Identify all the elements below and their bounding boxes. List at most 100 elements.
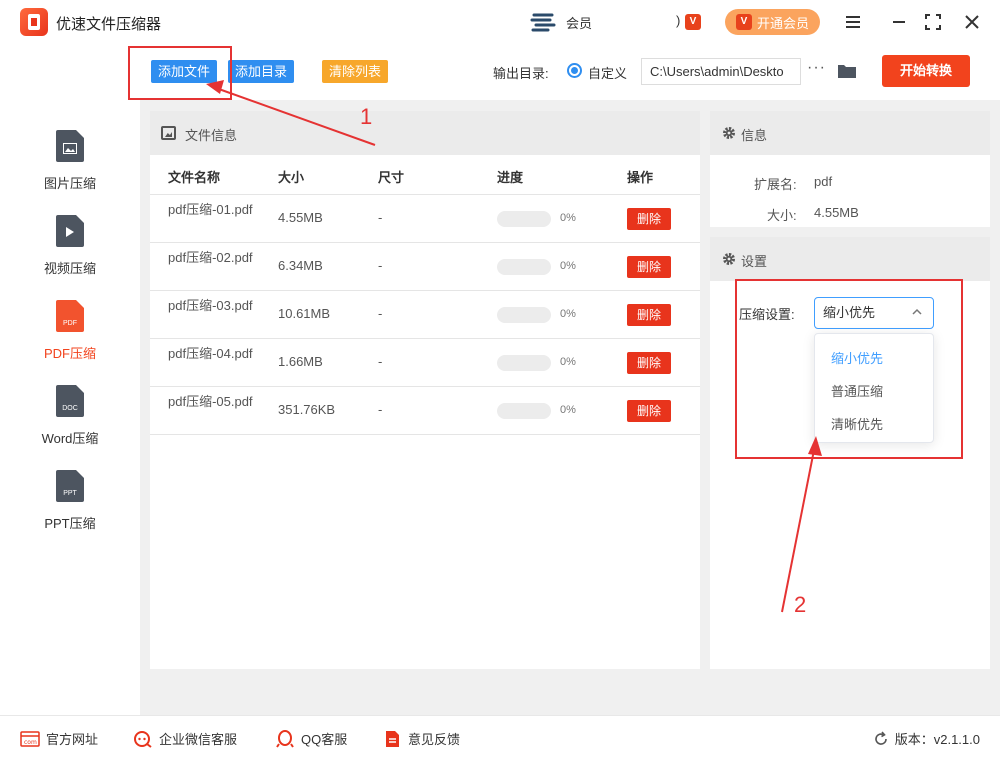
sidebar-item-label: 视频压缩	[43, 261, 96, 276]
delete-button[interactable]: 删除	[627, 352, 671, 374]
clear-list-button[interactable]: 清除列表	[322, 60, 389, 83]
qq-service-link[interactable]: QQ客服	[275, 729, 347, 748]
sidebar-item-word[interactable]: DOC Word压缩	[0, 365, 140, 446]
size-label: 大小:	[767, 208, 797, 223]
file-table: 文件名称 大小 尺寸 进度 操作 pdf压缩-01.pdf 4.55MB - 0…	[150, 155, 700, 435]
svg-text:com: com	[24, 739, 37, 746]
maximize-icon[interactable]	[921, 10, 945, 34]
website-icon: com	[20, 730, 40, 747]
toolbar: 添加文件 添加目录 清除列表 输出目录: 自定义 C:\Users\admin\…	[140, 44, 1000, 100]
user-extra: )	[676, 13, 681, 28]
vip-icon: V	[735, 14, 752, 30]
qq-service-label: QQ客服	[301, 732, 348, 747]
delete-button[interactable]: 删除	[627, 256, 671, 278]
file-dimension: -	[378, 258, 383, 273]
user-name[interactable]: 会员	[566, 13, 592, 32]
refresh-icon[interactable]	[873, 730, 889, 747]
file-name: pdf压缩-05.pdf	[168, 394, 253, 409]
app-logo-icon	[20, 8, 48, 36]
table-row[interactable]: pdf压缩-03.pdf 10.61MB - 0% 删除	[150, 291, 700, 339]
feedback-label: 意见反馈	[408, 732, 461, 747]
file-name: pdf压缩-02.pdf	[168, 250, 253, 265]
file-size: 351.76KB	[278, 402, 336, 417]
delete-button[interactable]: 删除	[627, 400, 671, 422]
vip-badge: V	[685, 14, 701, 30]
custom-radio-label[interactable]: 自定义	[588, 63, 627, 82]
folder-icon[interactable]	[837, 63, 857, 79]
feedback-link[interactable]: 意见反馈	[382, 729, 460, 748]
footer: com 官方网址 企业微信客服 QQ客服 意见反馈 版本：v2.1.1.0	[0, 715, 1000, 760]
wechat-service-label: 企业微信客服	[159, 732, 238, 747]
website-label: 官方网址	[46, 732, 99, 747]
file-name: pdf压缩-04.pdf	[168, 346, 253, 361]
sidebar-item-image[interactable]: 图片压缩	[0, 110, 140, 191]
gear-icon	[723, 127, 735, 139]
sidebar-item-ppt[interactable]: PPT PPT压缩	[0, 450, 140, 531]
progress-bar	[497, 403, 551, 419]
sidebar-item-label: 图片压缩	[43, 176, 96, 191]
add-directory-button[interactable]: 添加目录	[228, 60, 295, 83]
image-file-icon	[56, 130, 84, 162]
info-panel: 信息 扩展名: pdf 大小: 4.55MB	[710, 111, 990, 227]
ext-label: 扩展名:	[754, 177, 797, 192]
pdf-file-icon: PDF	[56, 300, 84, 332]
sidebar-item-label: PPT压缩	[44, 516, 96, 531]
qq-icon	[276, 729, 294, 748]
delete-button[interactable]: 删除	[627, 208, 671, 230]
annotation-number-2: 2	[794, 592, 807, 617]
feedback-icon	[386, 730, 399, 747]
col-progress: 进度	[497, 170, 524, 185]
custom-radio[interactable]	[567, 63, 582, 78]
progress-bar	[497, 307, 551, 323]
sidebar: 图片压缩 视频压缩 PDF PDF压缩 DOC Word压缩 PPT PPT压缩	[0, 100, 140, 715]
file-name: pdf压缩-03.pdf	[168, 298, 253, 313]
open-vip-label: 开通会员	[756, 15, 809, 31]
table-row[interactable]: pdf压缩-04.pdf 1.66MB - 0% 删除	[150, 339, 700, 387]
file-dimension: -	[378, 210, 383, 225]
video-file-icon	[56, 215, 84, 247]
sidebar-item-pdf[interactable]: PDF PDF压缩	[0, 280, 140, 361]
progress-percent: 0%	[560, 308, 576, 320]
file-name: pdf压缩-01.pdf	[168, 202, 253, 217]
col-size: 大小	[278, 170, 305, 185]
settings-panel-header: 设置	[710, 237, 990, 281]
file-size: 10.61MB	[278, 306, 331, 321]
table-row[interactable]: pdf压缩-01.pdf 4.55MB - 0% 删除	[150, 195, 700, 243]
output-path-input[interactable]: C:\Users\admin\Deskto	[641, 58, 801, 85]
title-bar: 优速文件压缩器 会员 ) V V 开通会员	[0, 0, 1000, 44]
version-info: 版本：v2.1.1.0	[873, 729, 980, 748]
progress-percent: 0%	[560, 404, 576, 416]
more-icon[interactable]: ···	[807, 59, 826, 77]
table-row[interactable]: pdf压缩-05.pdf 351.76KB - 0% 删除	[150, 387, 700, 435]
ppt-file-icon: PPT	[56, 470, 84, 502]
progress-bar	[497, 211, 551, 227]
minimize-icon[interactable]	[887, 10, 911, 34]
close-icon[interactable]	[960, 10, 984, 34]
table-header: 文件名称 大小 尺寸 进度 操作	[150, 155, 700, 195]
sidebar-item-video[interactable]: 视频压缩	[0, 195, 140, 276]
info-panel-header: 信息	[710, 111, 990, 155]
table-row[interactable]: pdf压缩-02.pdf 6.34MB - 0% 删除	[150, 243, 700, 291]
file-dimension: -	[378, 402, 383, 417]
output-dir-label: 输出目录:	[493, 66, 549, 81]
start-convert-button[interactable]: 开始转换	[882, 55, 970, 87]
settings-panel-title: 设置	[741, 254, 768, 269]
col-action: 操作	[627, 170, 654, 185]
annotation-box-2	[735, 279, 963, 459]
progress-bar	[497, 355, 551, 371]
size-value: 4.55MB	[814, 205, 859, 220]
delete-button[interactable]: 删除	[627, 304, 671, 326]
file-size: 6.34MB	[278, 258, 323, 273]
annotation-box-1	[128, 46, 232, 100]
website-link[interactable]: com 官方网址	[20, 729, 98, 748]
ext-value: pdf	[814, 174, 833, 189]
wechat-service-link[interactable]: 企业微信客服	[133, 729, 237, 748]
open-vip-button[interactable]: V 开通会员	[725, 9, 820, 35]
menu-icon[interactable]	[841, 10, 865, 34]
progress-bar	[497, 259, 551, 275]
file-size: 4.55MB	[278, 210, 323, 225]
info-panel-title: 信息	[741, 128, 768, 143]
app-title: 优速文件压缩器	[56, 16, 162, 33]
gear-icon	[723, 253, 735, 265]
file-panel-title: 文件信息	[185, 128, 238, 143]
